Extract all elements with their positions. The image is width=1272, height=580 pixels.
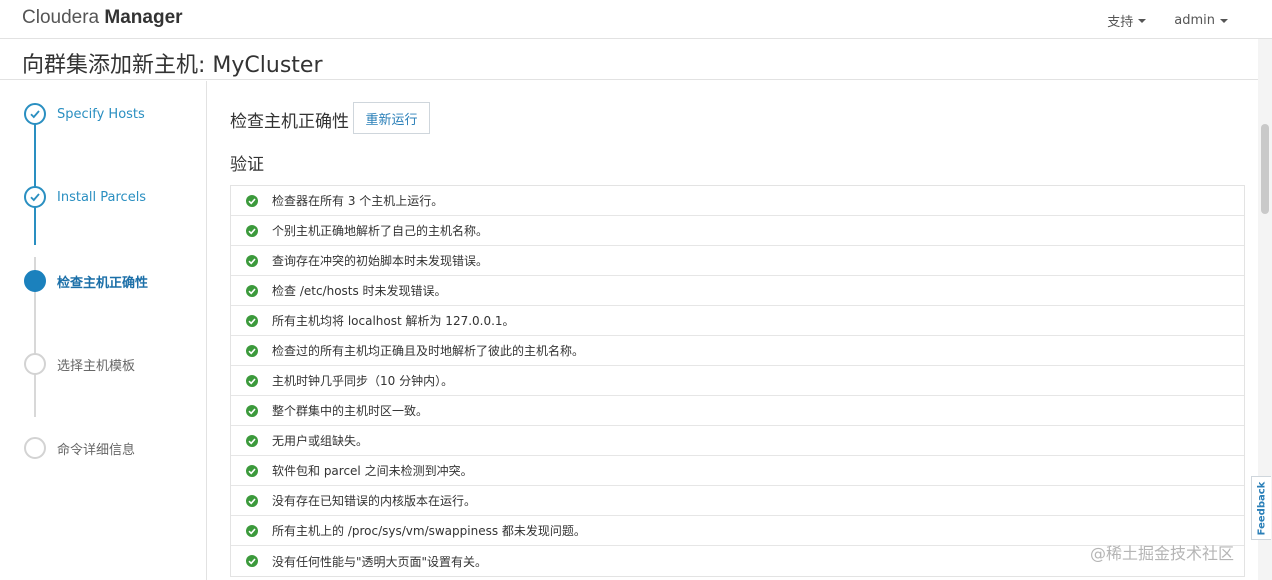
wizard-step-label: 选择主机模板	[57, 358, 136, 374]
success-check-icon	[246, 344, 258, 357]
section-title: 检查主机正确性	[230, 112, 349, 132]
caret-down-icon	[1138, 18, 1147, 23]
check-circle-icon	[24, 186, 46, 208]
success-check-icon	[246, 254, 258, 267]
main-content: 检查主机正确性 重新运行 验证 检查器在所有 3 个主机上运行。个别主机正确地解…	[208, 81, 1253, 580]
brand-name-bold: Manager	[104, 7, 183, 28]
validation-text: 检查 /etc/hosts 时未发现错误。	[272, 284, 447, 298]
success-check-icon	[246, 314, 258, 327]
success-check-icon	[246, 224, 258, 237]
feedback-label: Feedback	[1256, 481, 1268, 535]
page-title-bar: 向群集添加新主机: MyCluster	[0, 39, 1268, 80]
watermark-text: @稀土掘金技术社区	[1090, 544, 1235, 563]
wizard-sidebar: Specify Hosts Install Parcels 检查主机正确性 选择…	[0, 81, 207, 580]
scrollbar-thumb[interactable]	[1261, 124, 1269, 214]
validation-text: 查询存在冲突的初始脚本时未发现错误。	[272, 254, 489, 268]
validation-list: 检查器在所有 3 个主机上运行。个别主机正确地解析了自己的主机名称。 查询存在冲突…	[230, 185, 1245, 577]
wizard-step-specify-hosts[interactable]: Specify Hosts	[24, 103, 145, 125]
validation-text: 检查过的所有主机均正确且及时地解析了彼此的主机名称。	[272, 344, 585, 358]
brand-logo[interactable]: Cloudera Manager	[22, 7, 183, 29]
wizard-step-command-details: 命令详细信息	[24, 437, 135, 459]
validation-row: 检查过的所有主机均正确且及时地解析了彼此的主机名称。	[231, 336, 1244, 366]
top-navbar: Cloudera Manager 支持 admin	[0, 0, 1272, 39]
wizard-step-label: Install Parcels	[57, 189, 147, 205]
validation-row: 软件包和 parcel 之间未检测到冲突。	[231, 456, 1244, 486]
validation-text: 软件包和 parcel 之间未检测到冲突。	[272, 464, 473, 478]
validation-row: 个别主机正确地解析了自己的主机名称。	[231, 216, 1244, 246]
wizard-step-install-parcels[interactable]: Install Parcels	[24, 186, 146, 208]
validation-heading: 验证	[230, 155, 264, 175]
success-check-icon	[246, 284, 258, 297]
check-circle-icon	[24, 103, 46, 125]
validation-text: 无用户或组缺失。	[272, 434, 369, 448]
validation-text: 所有主机上的 /proc/sys/vm/swappiness 都未发现问题。	[272, 524, 586, 538]
success-check-icon	[246, 524, 258, 537]
validation-row: 主机时钟几乎同步（10 分钟内）。	[231, 366, 1244, 396]
wizard-step-host-template: 选择主机模板	[24, 353, 135, 375]
validation-text: 个别主机正确地解析了自己的主机名称。	[272, 224, 489, 238]
success-check-icon	[246, 464, 258, 477]
success-check-icon	[246, 494, 258, 507]
validation-text: 没有任何性能与"透明大页面"设置有关。	[272, 554, 488, 569]
empty-circle-icon	[24, 353, 46, 375]
success-check-icon	[246, 194, 258, 207]
validation-text: 整个群集中的主机时区一致。	[272, 404, 429, 418]
validation-row: 所有主机均将 localhost 解析为 127.0.0.1。	[231, 306, 1244, 336]
current-step-icon	[24, 270, 46, 292]
wizard-step-label: 命令详细信息	[57, 442, 136, 458]
validation-row: 查询存在冲突的初始脚本时未发现错误。	[231, 246, 1244, 276]
top-nav-menu: 支持 admin	[1107, 11, 1228, 30]
validation-text: 主机时钟几乎同步（10 分钟内）。	[272, 374, 454, 388]
page-title: 向群集添加新主机: MyCluster	[22, 53, 323, 78]
validation-row: 检查器在所有 3 个主机上运行。	[231, 186, 1244, 216]
feedback-tab[interactable]: Feedback	[1251, 476, 1271, 540]
wizard-step-inspect-hosts[interactable]: 检查主机正确性	[24, 270, 148, 292]
validation-text: 检查器在所有 3 个主机上运行。	[272, 194, 444, 208]
validation-row: 没有存在已知错误的内核版本在运行。	[231, 486, 1244, 516]
validation-text: 没有存在已知错误的内核版本在运行。	[272, 494, 477, 508]
validation-row: 整个群集中的主机时区一致。	[231, 396, 1244, 426]
progress-track-done	[34, 115, 36, 245]
success-check-icon	[246, 434, 258, 447]
success-check-icon	[246, 374, 258, 387]
support-menu-label: 支持	[1107, 15, 1134, 30]
empty-circle-icon	[24, 437, 46, 459]
brand-name-light: Cloudera	[22, 7, 105, 28]
validation-row: 无用户或组缺失。	[231, 426, 1244, 456]
support-menu[interactable]: 支持	[1107, 11, 1147, 30]
wizard-step-label: 检查主机正确性	[57, 275, 149, 291]
success-check-icon	[246, 555, 258, 567]
user-menu[interactable]: admin	[1174, 11, 1228, 30]
caret-down-icon	[1220, 18, 1228, 23]
validation-text: 所有主机均将 localhost 解析为 127.0.0.1。	[272, 314, 515, 328]
wizard-step-label: Specify Hosts	[57, 106, 145, 122]
user-menu-label: admin	[1174, 13, 1215, 28]
rerun-button[interactable]: 重新运行	[353, 102, 430, 134]
validation-row: 检查 /etc/hosts 时未发现错误。	[231, 276, 1244, 306]
success-check-icon	[246, 404, 258, 417]
